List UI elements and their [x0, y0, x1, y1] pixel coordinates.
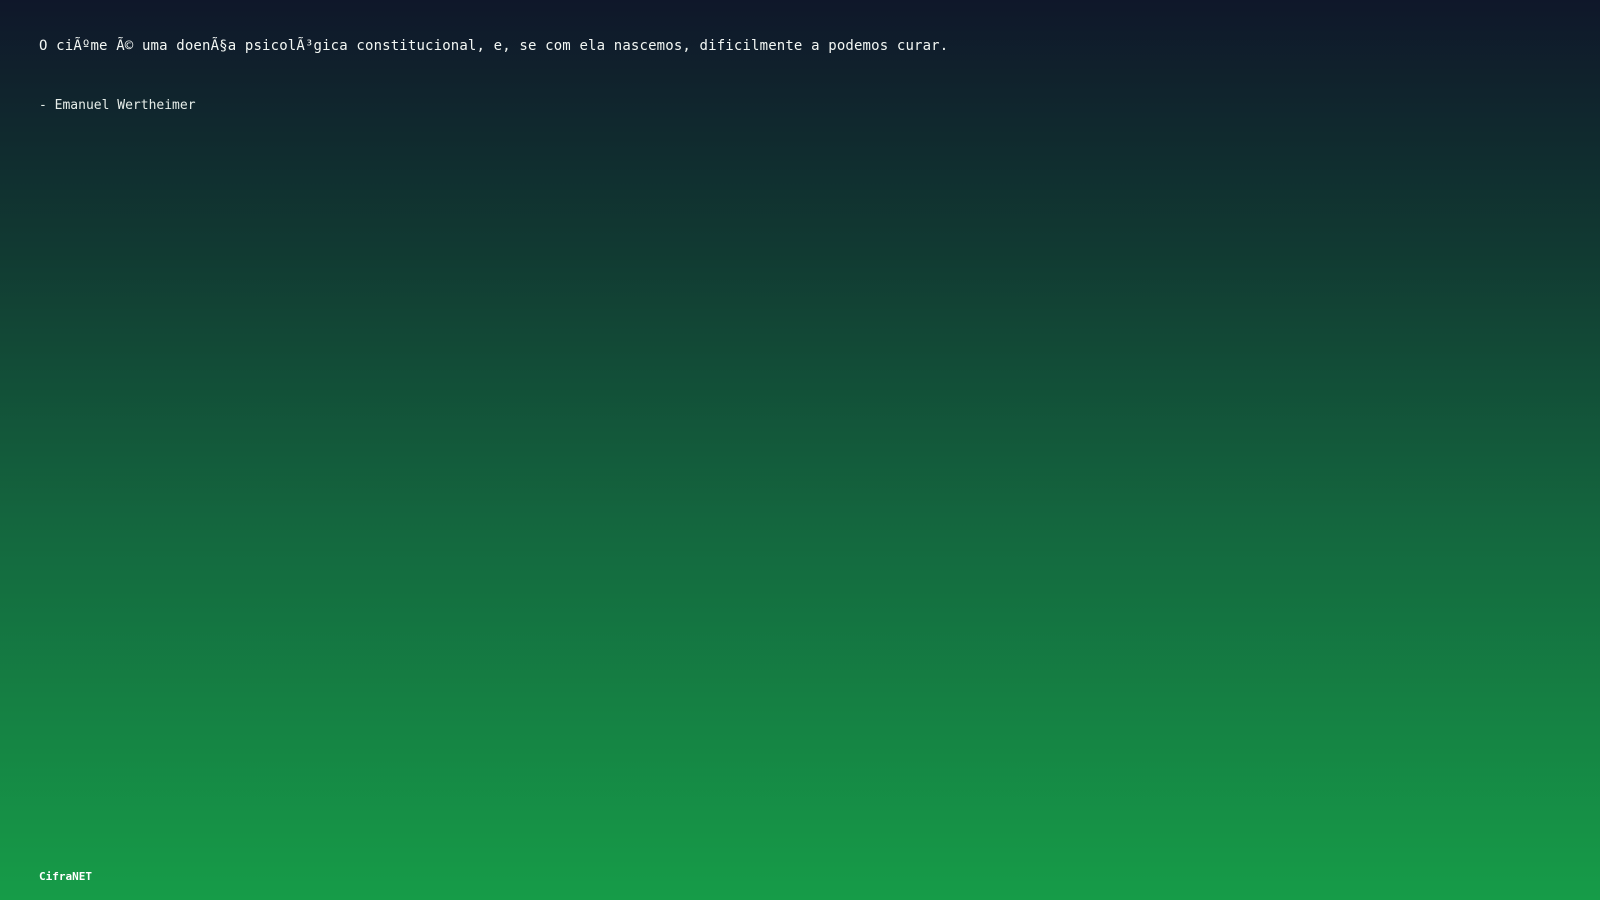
brand-label: CifraNET — [39, 870, 92, 883]
quote-text: O ciÃºme Ã© uma doenÃ§a psicolÃ³gica con… — [39, 38, 949, 54]
quote-screen: O ciÃºme Ã© uma doenÃ§a psicolÃ³gica con… — [0, 0, 1600, 900]
quote-author: - Emanuel Wertheimer — [39, 98, 196, 113]
